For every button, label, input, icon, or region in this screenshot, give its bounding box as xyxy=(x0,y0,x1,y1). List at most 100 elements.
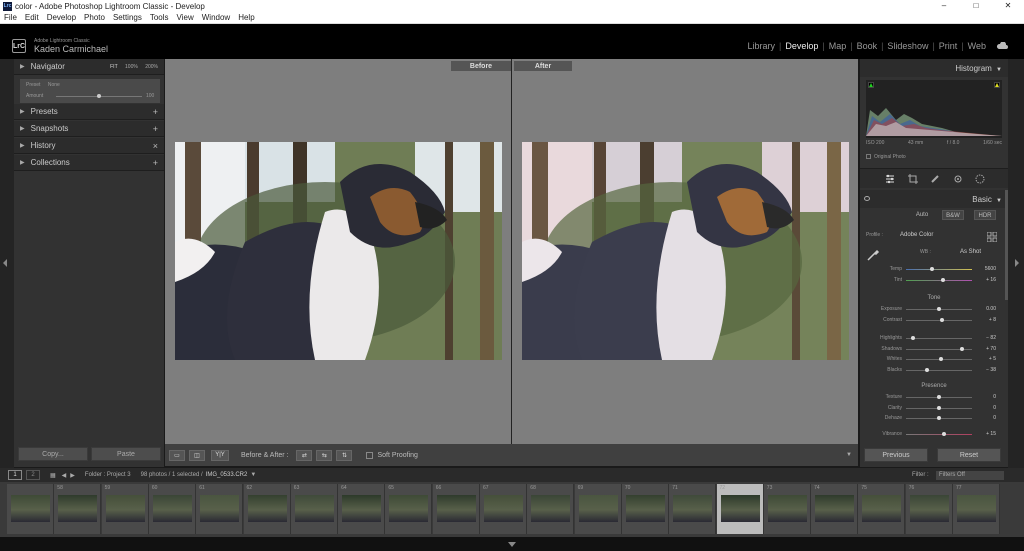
profile-dropdown[interactable]: Adobe Color xyxy=(900,232,933,238)
tint-value[interactable]: + 16 xyxy=(974,277,996,283)
panel-switch-icon[interactable] xyxy=(864,196,870,201)
filmstrip-thumbnail[interactable]: 58 xyxy=(54,484,102,534)
healing-brush-icon[interactable] xyxy=(930,174,940,184)
filmstrip-thumbnail[interactable]: 71 xyxy=(669,484,717,534)
filmstrip-thumbnail[interactable]: 77 xyxy=(953,484,1000,534)
snapshots-header[interactable]: ▶ Snapshots + xyxy=(14,121,164,137)
filmstrip-thumbnail[interactable]: 66 xyxy=(432,484,480,534)
copy-settings-button[interactable]: Copy... xyxy=(18,447,88,461)
crop-icon[interactable] xyxy=(908,174,918,184)
highlights-value[interactable]: − 82 xyxy=(974,335,996,341)
filename-dropdown-icon[interactable]: ▼ xyxy=(250,472,256,478)
blacks-value[interactable]: − 38 xyxy=(974,367,996,373)
treatment-auto[interactable]: Auto xyxy=(912,210,932,220)
dehaze-knob[interactable] xyxy=(937,416,941,420)
before-after-yy-button[interactable]: Y|Y xyxy=(211,449,229,461)
menu-develop[interactable]: Develop xyxy=(43,13,80,22)
module-slideshow[interactable]: Slideshow xyxy=(883,41,932,51)
contrast-slider[interactable] xyxy=(906,320,972,321)
vibrance-knob[interactable] xyxy=(942,432,946,436)
swap-before-after-icon[interactable]: ⇅ xyxy=(336,449,353,461)
whites-knob[interactable] xyxy=(939,357,943,361)
menu-window[interactable]: Window xyxy=(198,13,234,22)
module-print[interactable]: Print xyxy=(935,41,962,51)
texture-knob[interactable] xyxy=(937,395,941,399)
module-library[interactable]: Library xyxy=(743,41,779,51)
tint-knob[interactable] xyxy=(941,278,945,282)
loupe-view-icon[interactable]: ▭ xyxy=(169,449,185,461)
filmstrip-thumbnail[interactable]: 68 xyxy=(527,484,575,534)
zoom-100[interactable]: 100% xyxy=(125,64,138,70)
back-arrow-icon[interactable]: ◀ xyxy=(62,472,67,479)
module-map[interactable]: Map xyxy=(825,41,851,51)
filmstrip-thumbnail[interactable]: 63 xyxy=(290,484,338,534)
zoom-200[interactable]: 200% xyxy=(145,64,158,70)
module-web[interactable]: Web xyxy=(964,41,990,51)
add-snapshot-icon[interactable]: + xyxy=(153,124,158,134)
forward-arrow-icon[interactable]: ▶ xyxy=(70,472,75,479)
filmstrip-thumbnail[interactable]: 65 xyxy=(385,484,433,534)
contrast-knob[interactable] xyxy=(940,318,944,322)
wb-eyedropper-icon[interactable] xyxy=(866,248,880,262)
shadows-value[interactable]: + 70 xyxy=(974,346,996,352)
main-window-button[interactable]: 1 xyxy=(8,470,22,480)
menu-help[interactable]: Help xyxy=(234,13,258,22)
module-develop[interactable]: Develop xyxy=(781,41,822,51)
right-panel-scrollbar[interactable] xyxy=(1005,190,1008,300)
filmstrip-thumbnail[interactable]: 61 xyxy=(196,484,244,534)
reset-button[interactable]: Reset xyxy=(937,448,1001,462)
toolbar-menu-icon[interactable]: ▼ xyxy=(846,452,852,458)
copy-after-to-before-icon[interactable]: ⇆ xyxy=(316,449,333,461)
highlight-clipping-icon[interactable] xyxy=(994,82,1000,88)
temp-slider[interactable] xyxy=(906,269,972,270)
profile-browser-icon[interactable] xyxy=(986,229,998,243)
module-book[interactable]: Book xyxy=(853,41,882,51)
temp-value[interactable]: 5600 xyxy=(974,266,996,272)
filmstrip-thumbnail[interactable]: 62 xyxy=(243,484,291,534)
filmstrip-thumbnail[interactable]: 72 xyxy=(716,484,764,534)
highlights-slider[interactable] xyxy=(906,338,972,339)
temp-knob[interactable] xyxy=(930,267,934,271)
filter-dropdown[interactable]: Filters Off xyxy=(936,470,1004,480)
shadow-clipping-icon[interactable] xyxy=(868,82,874,88)
treatment-hdr[interactable]: HDR xyxy=(974,210,996,220)
red-eye-icon[interactable] xyxy=(953,174,963,184)
second-window-button[interactable]: 2 xyxy=(26,470,40,480)
close-icon[interactable]: ✕ xyxy=(992,0,1024,12)
edit-sliders-icon[interactable] xyxy=(885,174,895,184)
treatment-bw[interactable]: B&W xyxy=(942,210,964,220)
add-collection-icon[interactable]: + xyxy=(153,158,158,168)
menu-tools[interactable]: Tools xyxy=(146,13,173,22)
collapse-bottom-icon[interactable] xyxy=(508,542,516,547)
cloud-sync-icon[interactable] xyxy=(996,42,1008,50)
filmstrip-thumbnail[interactable]: 69 xyxy=(574,484,622,534)
right-edge-toggle[interactable] xyxy=(1008,59,1024,468)
selected-filename[interactable]: IMG_0533.CR2 xyxy=(206,472,248,478)
clarity-knob[interactable] xyxy=(937,406,941,410)
presets-header[interactable]: ▶ Presets + xyxy=(14,104,164,120)
masking-icon[interactable] xyxy=(975,174,985,184)
exposure-value[interactable]: 0.00 xyxy=(974,306,996,312)
histogram[interactable] xyxy=(866,80,1002,138)
filmstrip-thumbnail[interactable]: 73 xyxy=(763,484,811,534)
paste-settings-button[interactable]: Paste xyxy=(91,447,161,461)
original-photo-checkbox[interactable] xyxy=(866,154,871,159)
filmstrip-thumbnail[interactable]: 59 xyxy=(101,484,149,534)
soft-proofing-checkbox[interactable] xyxy=(366,451,374,459)
zoom-fit[interactable]: FIT xyxy=(110,64,118,70)
minimize-icon[interactable]: – xyxy=(928,0,960,12)
filmstrip-thumbnail[interactable]: 60 xyxy=(148,484,196,534)
filmstrip-thumbnail[interactable] xyxy=(7,484,54,534)
clarity-value[interactable]: 0 xyxy=(974,405,996,411)
menu-settings[interactable]: Settings xyxy=(109,13,146,22)
left-edge-toggle[interactable] xyxy=(0,59,14,468)
before-after-icon[interactable]: ◫ xyxy=(189,449,205,461)
dehaze-value[interactable]: 0 xyxy=(974,415,996,421)
filmstrip-thumbnail[interactable]: 74 xyxy=(811,484,859,534)
add-preset-icon[interactable]: + xyxy=(153,107,158,117)
filmstrip-thumbnail[interactable]: 76 xyxy=(905,484,953,534)
whites-value[interactable]: + 5 xyxy=(974,356,996,362)
highlights-knob[interactable] xyxy=(911,336,915,340)
previous-button[interactable]: Previous xyxy=(864,448,928,462)
exposure-knob[interactable] xyxy=(937,307,941,311)
